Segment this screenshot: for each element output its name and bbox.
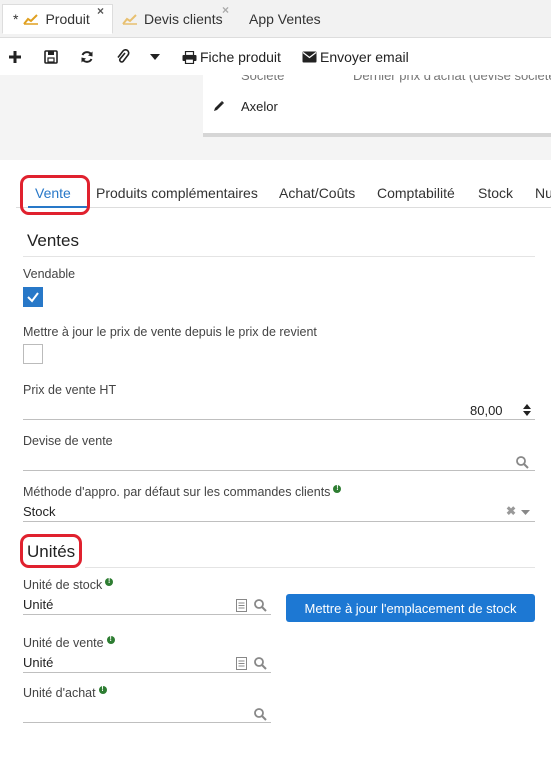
update-stock-location-button[interactable]: Mettre à jour l'emplacement de stock <box>286 594 535 622</box>
close-icon[interactable]: × <box>222 3 229 17</box>
section-title-ventes: Ventes <box>27 231 79 250</box>
chart-icon <box>23 14 39 25</box>
close-icon[interactable]: × <box>97 4 104 18</box>
search-icon[interactable] <box>254 657 267 670</box>
highlight-unites-title <box>20 534 82 568</box>
stock-unit-input[interactable]: Unité <box>23 597 53 612</box>
sellable-checkbox[interactable] <box>23 287 43 307</box>
supply-method-underline <box>23 521 535 522</box>
print-icon <box>182 50 197 64</box>
sale-unit-label-text: Unité de vente <box>23 636 104 650</box>
toolbar: Fiche produit Envoyer email <box>0 39 551 75</box>
clear-icon[interactable]: ✖ <box>506 504 516 518</box>
column-header-last-price: Dernier prix d'achat (devise société) <box>353 75 551 83</box>
supply-method-label: Méthode d'appro. par défaut sur les comm… <box>23 485 342 499</box>
info-icon[interactable]: ! <box>105 578 114 586</box>
tab-more[interactable]: Nu <box>535 185 551 201</box>
caret-down-icon <box>150 54 160 60</box>
tab-label: Devis clients <box>144 11 223 27</box>
price-label: Prix de vente HT <box>23 383 117 397</box>
attachment-button[interactable] <box>116 47 130 67</box>
stepper-icon[interactable] <box>523 403 531 417</box>
send-email-button[interactable]: Envoyer email <box>302 47 409 67</box>
highlight-vente-tab <box>20 175 90 215</box>
tab-devis-clients[interactable]: Devis clients × <box>118 3 236 34</box>
stock-unit-underline <box>23 614 271 615</box>
sale-unit-label: Unité de vente! <box>23 636 115 650</box>
add-button[interactable] <box>8 47 22 67</box>
search-icon[interactable] <box>254 599 267 612</box>
column-header-company: Société <box>241 75 285 83</box>
info-icon[interactable]: ! <box>98 686 107 694</box>
supply-method-select[interactable]: Stock <box>23 504 56 519</box>
supply-method-label-text: Méthode d'appro. par défaut sur les comm… <box>23 485 331 499</box>
tab-comptabilite[interactable]: Comptabilité <box>377 185 455 201</box>
info-icon[interactable]: ! <box>333 485 342 493</box>
tab-produits-complementaires[interactable]: Produits complémentaires <box>96 185 258 201</box>
refresh-button[interactable] <box>80 47 94 67</box>
send-email-label: Envoyer email <box>320 49 409 65</box>
save-button[interactable] <box>44 47 58 67</box>
print-label: Fiche produit <box>200 49 281 65</box>
print-button[interactable]: Fiche produit <box>182 47 281 67</box>
purchase-unit-label: Unité d'achat! <box>23 686 107 700</box>
search-icon[interactable] <box>516 456 529 469</box>
save-icon <box>44 50 58 64</box>
refresh-icon <box>81 51 93 63</box>
plus-icon <box>9 51 21 63</box>
sale-unit-input[interactable]: Unité <box>23 655 53 670</box>
price-input[interactable]: 80,00 <box>470 403 503 418</box>
document-icon[interactable] <box>236 599 247 612</box>
currency-label: Devise de vente <box>23 434 113 448</box>
price-underline <box>23 419 535 420</box>
unsaved-marker: * <box>13 11 19 27</box>
stock-unit-label-text: Unité de stock <box>23 578 103 592</box>
tab-achat-couts[interactable]: Achat/Coûts <box>279 185 355 201</box>
tab-stock[interactable]: Stock <box>478 185 513 201</box>
stock-unit-label: Unité de stock! <box>23 578 114 592</box>
envelope-icon <box>302 51 317 63</box>
caret-down-icon[interactable] <box>521 510 530 515</box>
currency-underline <box>23 470 535 471</box>
paperclip-icon <box>117 49 130 63</box>
tab-bar: * Produit × Devis clients × App Ventes <box>0 0 551 38</box>
update-price-checkbox[interactable] <box>23 344 43 364</box>
tab-app-ventes[interactable]: App Ventes <box>248 4 334 34</box>
tab-label: Produit <box>45 11 90 27</box>
section-divider <box>23 256 535 257</box>
section-divider <box>85 567 535 568</box>
search-icon[interactable] <box>254 708 267 721</box>
purchase-unit-label-text: Unité d'achat <box>23 686 96 700</box>
sale-unit-underline <box>23 672 271 673</box>
table-row-company[interactable]: Axelor <box>241 99 278 114</box>
top-panel: Société Dernier prix d'achat (devise soc… <box>0 75 551 160</box>
more-dropdown[interactable] <box>150 47 160 67</box>
chart-icon <box>122 14 137 25</box>
check-icon <box>27 292 39 303</box>
tab-produit[interactable]: * Produit × <box>2 4 113 34</box>
tab-label: App Ventes <box>249 11 321 27</box>
form-tabs: Vente Produits complémentaires Achat/Coû… <box>16 178 551 208</box>
document-icon[interactable] <box>236 657 247 670</box>
info-icon[interactable]: ! <box>106 636 115 644</box>
company-prices-table: Société Dernier prix d'achat (devise soc… <box>203 75 551 137</box>
sellable-label: Vendable <box>23 267 76 281</box>
purchase-unit-underline <box>23 722 271 723</box>
update-price-label: Mettre à jour le prix de vente depuis le… <box>23 325 317 339</box>
pencil-icon[interactable] <box>213 100 225 112</box>
